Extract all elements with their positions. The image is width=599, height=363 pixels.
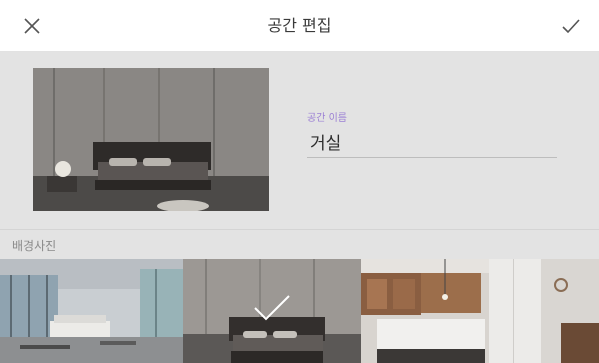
space-name-label: 공간 이름	[307, 113, 347, 124]
space-name-input[interactable]	[307, 126, 557, 158]
background-section-header: 배경사진	[0, 229, 599, 259]
background-options-list	[0, 259, 599, 363]
background-option-living-room[interactable]	[0, 259, 183, 363]
page-title: 공간 편집	[267, 16, 332, 35]
app-header: 공간 편집	[0, 0, 599, 52]
confirm-button[interactable]	[557, 12, 585, 40]
bedroom-photo	[183, 259, 361, 363]
space-thumbnail[interactable]	[33, 68, 269, 211]
space-edit-section: 공간 이름	[0, 52, 599, 229]
check-icon	[562, 19, 580, 34]
living-room-photo	[0, 259, 183, 363]
background-option-bedroom[interactable]	[183, 259, 361, 363]
background-section-label: 배경사진	[12, 239, 57, 253]
background-option-kitchen[interactable]	[361, 259, 599, 363]
close-button[interactable]	[18, 12, 46, 40]
kitchen-photo	[361, 259, 599, 363]
close-icon	[24, 18, 40, 34]
bedroom-thumbnail-image	[33, 68, 269, 211]
